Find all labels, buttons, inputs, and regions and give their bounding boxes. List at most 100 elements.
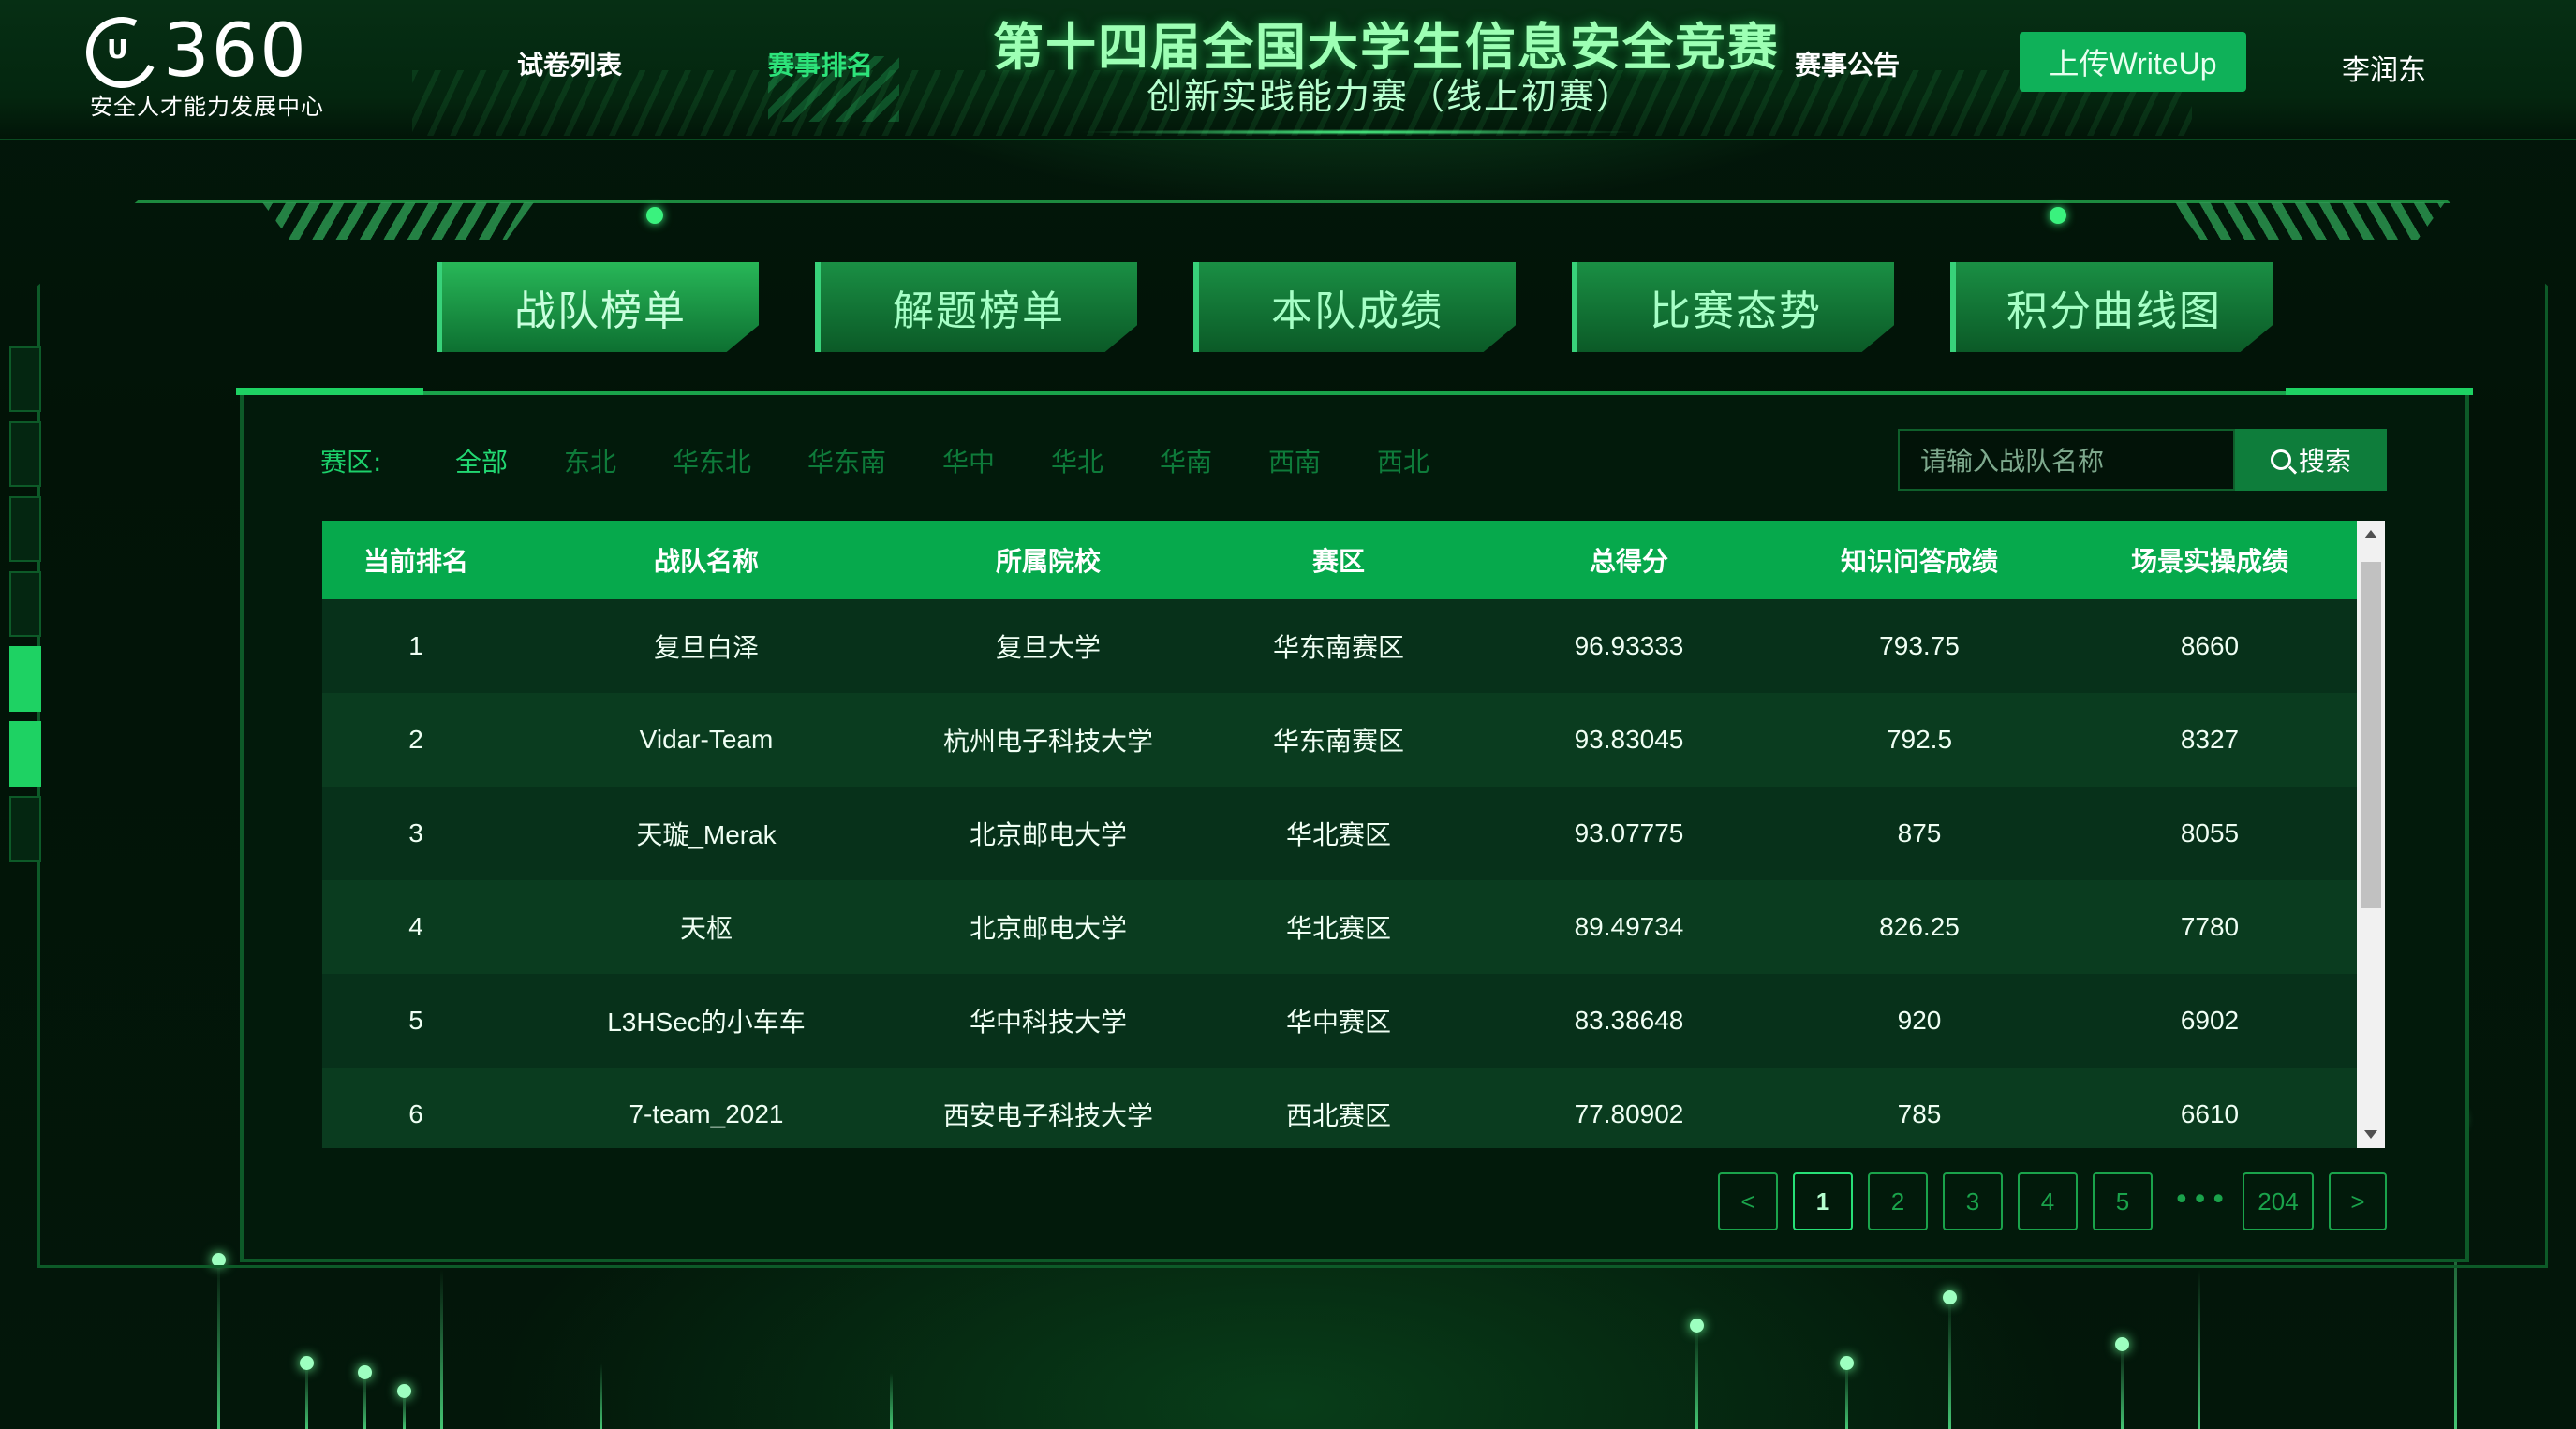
column-header: 战队名称 (653, 546, 759, 577)
table-cell: 5 (408, 1006, 423, 1035)
tab-solve-ranking[interactable]: 解题榜单 (815, 262, 1137, 352)
light-ray (300, 1356, 314, 1429)
table-cell: 北京邮电大学 (969, 914, 1127, 943)
team-search-input[interactable]: 请输入战队名称 (1898, 429, 2235, 491)
panel-corner-decoration (2286, 388, 2473, 395)
nav-item-exam-list[interactable]: 试卷列表 (517, 45, 622, 82)
table-cell: 83.38648 (1574, 1006, 1684, 1035)
next-page-button[interactable]: > (2329, 1172, 2387, 1230)
table-cell: 8055 (2180, 818, 2240, 847)
table-cell: 7780 (2180, 912, 2240, 941)
light-ray (358, 1365, 372, 1429)
table-cell: 华东南赛区 (1272, 633, 1404, 662)
light-ray (1840, 1356, 1854, 1429)
region-south[interactable]: 华南 (1160, 442, 1212, 479)
page-button-last[interactable]: 204 (2243, 1172, 2314, 1230)
table-cell: 华北赛区 (1285, 914, 1391, 943)
side-indicator (9, 346, 41, 871)
region-east-north[interactable]: 华东北 (673, 442, 751, 479)
table-cell: Vidar-Team (639, 725, 774, 754)
light-ray (1943, 1290, 1957, 1429)
table-cell: 华中赛区 (1285, 1008, 1391, 1037)
table-row[interactable]: 5 L3HSec的小车车 华中科技大学 华中赛区 83.38648 920 6902 (322, 974, 2357, 1068)
page-button-2[interactable]: 2 (1868, 1172, 1928, 1230)
table-cell: 920 (1897, 1006, 1942, 1035)
region-all[interactable]: 全部 (455, 442, 508, 479)
tab-team-ranking[interactable]: 战队榜单 (437, 262, 759, 352)
page-button-3[interactable]: 3 (1943, 1172, 2003, 1230)
table-cell: 华东南赛区 (1272, 727, 1404, 756)
table-cell: 4 (408, 912, 423, 941)
prev-page-button[interactable]: < (1718, 1172, 1778, 1230)
table-cell: 3 (408, 818, 423, 847)
column-header: 知识问答成绩 (1840, 546, 1998, 577)
table-cell: 875 (1897, 818, 1942, 847)
title-glow (1077, 129, 1639, 135)
nav-item-announcements[interactable]: 赛事公告 (1795, 45, 1900, 82)
table-cell: 2 (408, 725, 423, 754)
page-button-5[interactable]: 5 (2093, 1172, 2153, 1230)
region-central[interactable]: 华中 (942, 442, 995, 479)
table-cell: 77.80902 (1574, 1099, 1684, 1128)
page-button-1[interactable]: 1 (1793, 1172, 1853, 1230)
table-header: 当前排名 战队名称 所属院校 赛区 总得分 知识问答成绩 场景实操成绩 (322, 521, 2357, 599)
table-cell: 西安电子科技大学 (942, 1101, 1153, 1130)
table-cell: 8660 (2180, 631, 2240, 660)
table-body: 1 复旦白泽 复旦大学 华东南赛区 96.93333 793.75 8660 2 Vidar-T… (322, 599, 2357, 1148)
table-scrollbar[interactable] (2357, 521, 2385, 1148)
page-ellipsis[interactable]: ••• (2173, 1184, 2228, 1216)
light-ray (2115, 1337, 2129, 1429)
search-button[interactable]: 搜索 (2235, 429, 2387, 491)
table-cell: 天枢 (679, 914, 733, 943)
column-header: 当前排名 (363, 546, 468, 577)
table-cell: 792.5 (1886, 725, 1953, 754)
light-ray (1690, 1319, 1704, 1429)
table-row[interactable]: 4 天枢 北京邮电大学 华北赛区 89.49734 826.25 7780 (322, 880, 2357, 974)
table-cell: 复旦白泽 (653, 633, 759, 662)
region-southwest[interactable]: 西南 (1268, 442, 1321, 479)
tab-match-situation[interactable]: 比赛态势 (1572, 262, 1894, 352)
light-ray (2198, 1270, 2200, 1429)
light-ray (212, 1253, 226, 1429)
region-northeast[interactable]: 东北 (564, 442, 616, 479)
scroll-thumb[interactable] (2361, 562, 2381, 908)
light-ray (600, 1363, 602, 1429)
table-cell: 6 (408, 1099, 423, 1128)
page-button-4[interactable]: 4 (2018, 1172, 2078, 1230)
top-header: U 360 安全人才能力发展中心 试卷列表 赛事排名 第十四届全国大学生信息安全… (0, 0, 2576, 140)
user-name[interactable]: 李润东 (2342, 47, 2426, 88)
nav-item-ranking[interactable]: 赛事排名 (768, 45, 873, 82)
region-northwest[interactable]: 西北 (1377, 442, 1429, 479)
upload-writeup-button[interactable]: 上传WriteUp (2020, 32, 2246, 92)
page-subtitle: 创新实践能力赛（线上初赛） (1147, 76, 1635, 117)
tab-score-curve[interactable]: 积分曲线图 (1950, 262, 2273, 352)
scroll-down-icon[interactable] (2364, 1130, 2377, 1139)
table-cell: 杭州电子科技大学 (942, 727, 1153, 756)
table-cell: 华中科技大学 (969, 1008, 1127, 1037)
frame-decoration-right (2173, 202, 2445, 240)
tab-team-score[interactable]: 本队成绩 (1193, 262, 1516, 352)
logo-mark-glyph: U (107, 34, 128, 65)
scroll-up-icon[interactable] (2364, 530, 2377, 538)
table-cell: 西北赛区 (1285, 1101, 1391, 1130)
region-north[interactable]: 华北 (1051, 442, 1103, 479)
light-ray (440, 1270, 443, 1429)
table-cell: 6902 (2180, 1006, 2240, 1035)
table-cell: 1 (408, 631, 423, 660)
panel-corner-decoration (236, 388, 423, 395)
column-header: 赛区 (1311, 546, 1365, 577)
table-cell: 北京邮电大学 (969, 820, 1127, 849)
light-ray (890, 1373, 893, 1429)
table-cell: 785 (1897, 1099, 1942, 1128)
frame-dot (646, 207, 663, 224)
table-row[interactable]: 3 天璇_Merak 北京邮电大学 华北赛区 93.07775 875 8055 (322, 787, 2357, 880)
table-row[interactable]: 6 7-team_2021 西安电子科技大学 西北赛区 77.80902 785 6610 (322, 1068, 2357, 1148)
table-row[interactable]: 2 Vidar-Team 杭州电子科技大学 华东南赛区 93.83045 792.5 832… (322, 693, 2357, 787)
search-button-label: 搜索 (2298, 447, 2351, 476)
region-east-south[interactable]: 华东南 (807, 442, 886, 479)
table-cell: 826.25 (1879, 912, 1960, 941)
region-filter-label: 赛区: (320, 447, 382, 478)
table-row[interactable]: 1 复旦白泽 复旦大学 华东南赛区 96.93333 793.75 8660 (322, 599, 2357, 693)
logo[interactable]: U 360 安全人才能力发展中心 (76, 7, 339, 120)
table-cell: 复旦大学 (995, 633, 1101, 662)
